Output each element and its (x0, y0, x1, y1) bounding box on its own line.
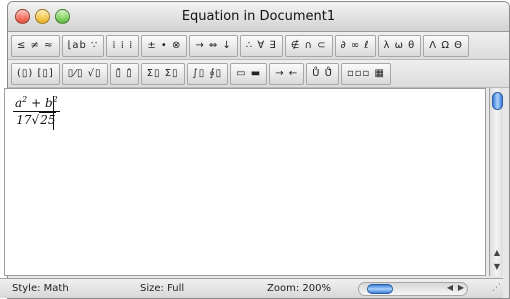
variable-b: b (44, 96, 53, 110)
scroll-left-arrow-icon[interactable]: ◀ (447, 283, 453, 292)
embellishments-palette[interactable]: ⁞ ⁞ ⁞ (106, 34, 140, 57)
window-title: Equation in Document1 (181, 9, 336, 24)
spaces-ellipses-palette[interactable]: ⌊ab ∵ (61, 34, 105, 57)
fraction-radical-templates-palette[interactable]: ▯⁄▯ √▯ (61, 62, 108, 85)
title-bar[interactable]: Equation in Document1 (8, 2, 509, 32)
status-bar: Style: Math Size: Full Zoom: 200% ◀ ▶ ⋰ (0, 278, 503, 298)
coefficient: 17 (16, 113, 32, 127)
products-set-theory-templates-palette[interactable]: Ů Ů̇ (306, 62, 339, 85)
size-status[interactable]: Size: Full (140, 283, 184, 294)
matrix-templates-palette[interactable]: ▫▫▫ ▦ (341, 62, 391, 85)
operator-symbols-palette[interactable]: ± • ⊗ (141, 34, 188, 57)
logical-symbols-palette[interactable]: ∴ ∀ ∃ (239, 34, 283, 57)
template-palette-row: (▯) [▯] ▯⁄▯ √▯ ▯̄ ▯̂ Σ▯ Σ▯ ∫▯ ∮▯ ▭ ▬ → ←… (8, 60, 509, 88)
plus-sign: + (31, 96, 42, 110)
scroll-right-arrow-icon[interactable]: ▶ (458, 283, 464, 292)
miscellaneous-symbols-palette[interactable]: ∂ ∞ ℓ (334, 34, 376, 57)
scroll-up-arrow-icon[interactable]: ▲ (490, 248, 504, 257)
subscript-superscript-templates-palette[interactable]: ▯̄ ▯̂ (109, 62, 139, 85)
style-status[interactable]: Style: Math (12, 283, 69, 294)
summation-templates-palette[interactable]: Σ▯ Σ▯ (140, 62, 185, 85)
symbol-palette-row: ≤ ≠ ≈ ⌊ab ∵ ⁞ ⁞ ⁞ ± • ⊗ → ⇔ ↓ ∴ ∀ ∃ ∉ ∩ … (8, 32, 509, 60)
set-theory-symbols-palette[interactable]: ∉ ∩ ⊂ (284, 34, 333, 57)
underbar-overbar-templates-palette[interactable]: ▭ ▬ (230, 62, 268, 85)
vertical-scrollbar[interactable]: ▲ ▼ (489, 88, 503, 276)
insertion-caret (53, 96, 54, 130)
vertical-scroll-thumb[interactable] (492, 92, 503, 110)
denominator[interactable]: 17√25 (14, 112, 58, 127)
labeled-arrow-templates-palette[interactable]: → ← (269, 62, 305, 85)
greek-lowercase-palette[interactable]: λ ω θ (377, 34, 422, 57)
zoom-status[interactable]: Zoom: 200% (267, 283, 331, 294)
resize-grip-icon[interactable]: ⋰ (492, 283, 501, 293)
relational-symbols-palette[interactable]: ≤ ≠ ≈ (11, 34, 60, 57)
scroll-down-arrow-icon[interactable]: ▼ (490, 262, 504, 271)
fence-templates-palette[interactable]: (▯) [▯] (11, 62, 60, 85)
equation-editor-area[interactable]: a2 + b2 17√25 (4, 88, 486, 276)
horizontal-scroll-thumb[interactable] (367, 284, 393, 294)
greek-uppercase-palette[interactable]: Λ Ω Θ (423, 34, 470, 57)
exponent-a: 2 (22, 95, 28, 104)
horizontal-scrollbar[interactable]: ◀ ▶ (358, 282, 468, 296)
arrow-symbols-palette[interactable]: → ⇔ ↓ (189, 34, 238, 57)
integral-templates-palette[interactable]: ∫▯ ∮▯ (186, 62, 229, 85)
